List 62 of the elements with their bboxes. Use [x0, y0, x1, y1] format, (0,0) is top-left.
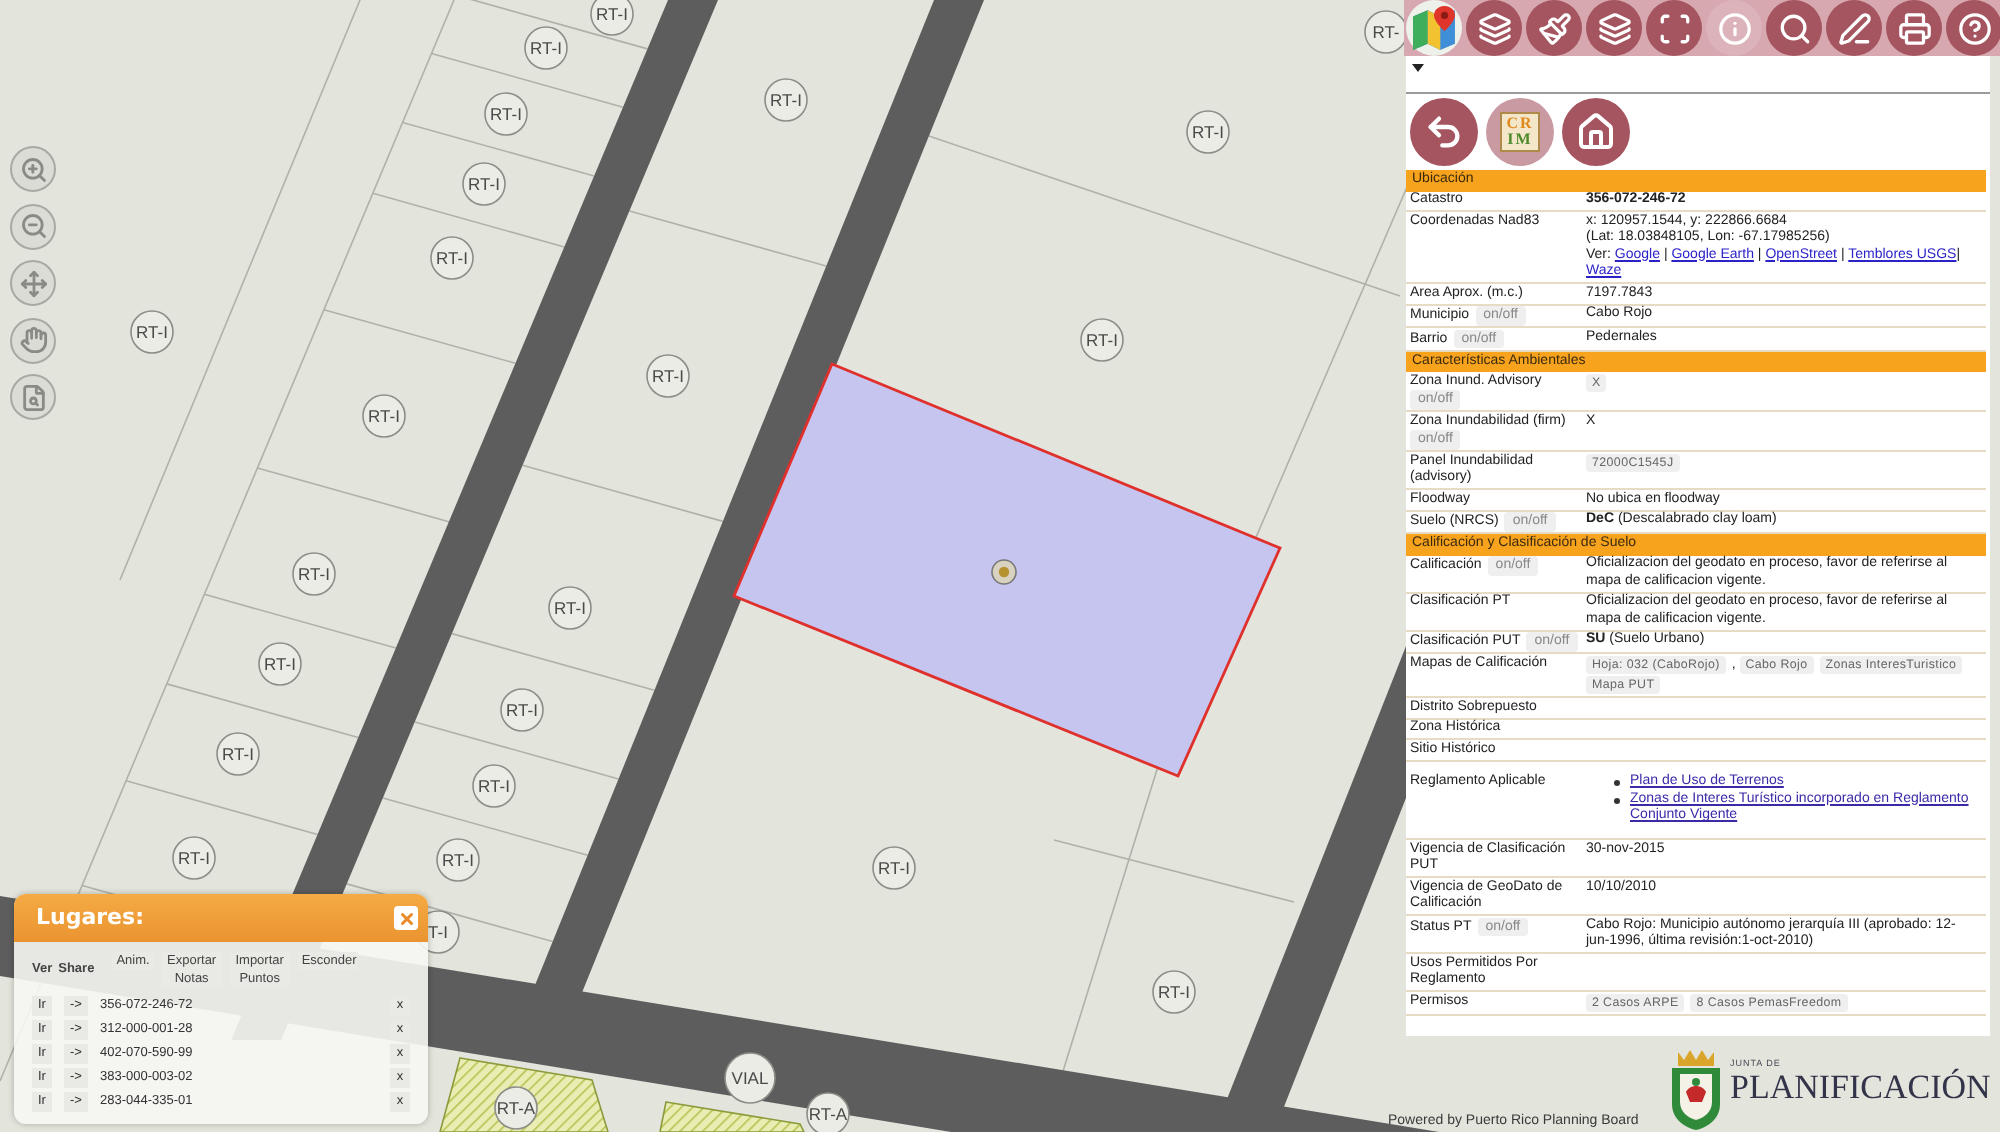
zoning-label: RT-I	[764, 78, 808, 122]
zoning-label: RT-I	[172, 836, 216, 880]
zoning-label: RT-A	[806, 1092, 850, 1132]
layers-button[interactable]	[1586, 0, 1642, 56]
agency-name: PLANIFICACIÓN	[1730, 1068, 1991, 1106]
zoning-label: RT-I	[590, 0, 634, 36]
caret-icon[interactable]	[1412, 64, 1424, 72]
zoning-label: RT-I	[646, 354, 690, 398]
scan-frame-button[interactable]	[1646, 0, 1702, 56]
house-icon	[1576, 112, 1616, 152]
search-button[interactable]	[1766, 0, 1822, 56]
layers-button[interactable]	[1466, 0, 1522, 56]
zoning-label: RT-I	[216, 732, 260, 776]
map-pin-icon	[1412, 6, 1456, 50]
zoning-label: RT-I	[484, 92, 528, 136]
paintbrush-button[interactable]	[1526, 0, 1582, 56]
layers-icon	[1597, 11, 1631, 45]
zoning-label: RT-I	[292, 552, 336, 596]
zoning-label: RT-I	[500, 688, 544, 732]
pen-button[interactable]	[1826, 0, 1882, 56]
scan-frame-icon	[1657, 11, 1691, 45]
parcel-marker-icon	[991, 559, 1017, 585]
zoom-in-icon	[19, 155, 47, 183]
zoning-label: RT-I	[462, 162, 506, 206]
flood-house-button[interactable]	[1562, 98, 1630, 166]
coat-of-arms-icon	[1666, 1048, 1726, 1132]
search-icon	[1777, 11, 1811, 45]
close-icon	[397, 909, 415, 927]
zoning-label: RT-I	[524, 26, 568, 70]
zoning-label: RT-I	[872, 846, 916, 890]
zoning-label: RT-I	[1186, 110, 1230, 154]
zoning-label: RT-I	[436, 838, 480, 882]
zoning-label: RT-A	[494, 1086, 538, 1130]
zoning-label: RT-I	[1080, 318, 1124, 362]
curved-arrow-icon	[1424, 112, 1464, 152]
curved-arrow-button[interactable]	[1410, 98, 1478, 166]
zoning-label: RT-I	[362, 394, 406, 438]
zoning-label: RT-I	[258, 642, 302, 686]
printer-button[interactable]	[1886, 0, 1942, 56]
document-search-icon	[19, 383, 47, 411]
zoning-label: VIAL	[724, 1052, 776, 1104]
zoning-label: RT-I	[430, 236, 474, 280]
layers-icon	[1477, 11, 1511, 45]
printer-icon	[1897, 11, 1931, 45]
pan-icon	[19, 269, 47, 297]
zoning-label: RT-I	[130, 310, 174, 354]
zoning-label: RT-I	[548, 586, 592, 630]
zoning-label: RT-I	[1152, 970, 1196, 1014]
zoom-out-icon	[19, 212, 47, 240]
zoning-label: RT-I	[472, 764, 516, 808]
help-button[interactable]	[1946, 0, 2000, 56]
selected-parcel[interactable]	[732, 362, 1282, 778]
bullet-icon	[1614, 780, 1620, 786]
places-title: Lugares:	[36, 901, 144, 934]
bullet-icon	[1614, 797, 1620, 803]
help-icon	[1957, 11, 1991, 45]
close-button[interactable]	[394, 906, 418, 930]
hand-icon	[19, 326, 47, 354]
map-button[interactable]	[1406, 0, 1462, 56]
info-icon	[1717, 11, 1751, 45]
paintbrush-icon	[1537, 11, 1571, 45]
pen-icon	[1837, 11, 1871, 45]
